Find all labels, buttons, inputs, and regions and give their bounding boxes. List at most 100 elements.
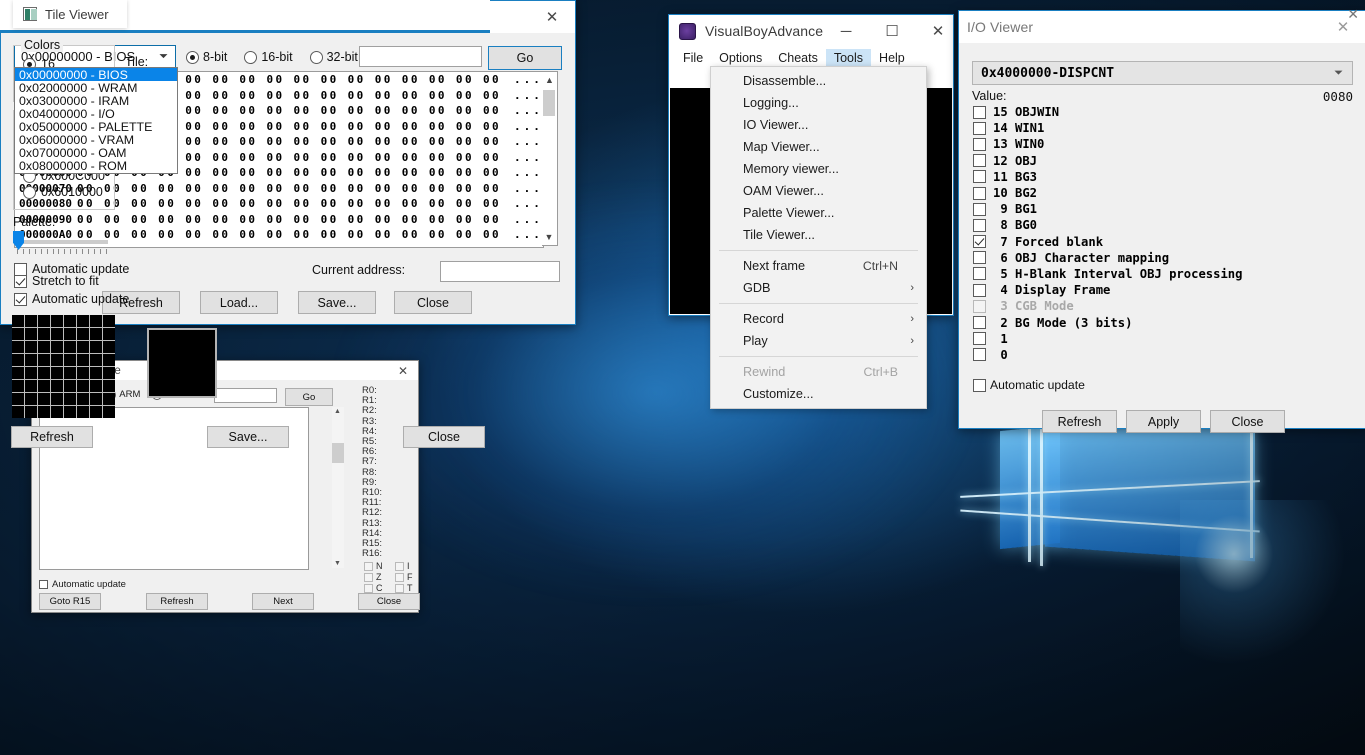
io-bit-checkbox[interactable]: [973, 187, 986, 200]
scrollbar-thumb[interactable]: [332, 443, 344, 463]
tile-cell[interactable]: [51, 380, 63, 392]
tile-cell[interactable]: [103, 393, 115, 405]
radio-8bit[interactable]: 8-bit: [186, 50, 227, 64]
tile-cell[interactable]: [77, 367, 89, 379]
menu-cheats[interactable]: Cheats: [770, 49, 826, 67]
tile-cell[interactable]: [12, 328, 24, 340]
disassemble-auto-update-checkbox[interactable]: Automatic update: [39, 579, 126, 590]
memory-go-button[interactable]: Go: [488, 46, 562, 70]
menu-item-map-viewer[interactable]: Map Viewer...: [711, 136, 926, 158]
io-bit-checkbox[interactable]: [973, 170, 986, 183]
flag-checkbox[interactable]: [395, 562, 404, 571]
tile-grid-preview[interactable]: [12, 315, 115, 418]
dropdown-option[interactable]: 0x05000000 - PALETTE: [15, 120, 177, 133]
flag-checkbox[interactable]: [364, 562, 373, 571]
dropdown-option[interactable]: 0x08000000 - ROM: [15, 160, 177, 173]
io-bit-checkbox[interactable]: [973, 122, 986, 135]
tile-cell[interactable]: [64, 315, 76, 327]
tile-cell[interactable]: [12, 367, 24, 379]
menu-item-memory-viewer[interactable]: Memory viewer...: [711, 158, 926, 180]
tile-cell[interactable]: [12, 393, 24, 405]
palette-slider-track[interactable]: [16, 240, 108, 244]
menu-item-oam-viewer[interactable]: OAM Viewer...: [711, 180, 926, 202]
menu-item-io-viewer[interactable]: IO Viewer...: [711, 114, 926, 136]
tile-cell[interactable]: [90, 367, 102, 379]
disassemble-go-button[interactable]: Go: [285, 388, 333, 406]
flag-c[interactable]: C: [364, 583, 383, 593]
disassemble-refresh-button[interactable]: Refresh: [146, 593, 208, 610]
tools-dropdown-menu[interactable]: Disassemble...Logging...IO Viewer...Map …: [710, 66, 927, 409]
io-viewer-titlebar[interactable]: I/O Viewer ✕: [959, 11, 1365, 43]
menu-item-next-frame[interactable]: Next frameCtrl+N: [711, 255, 926, 277]
disassemble-scrollbar[interactable]: ▲ ▼: [332, 407, 344, 568]
tile-cell[interactable]: [12, 341, 24, 353]
tile-cell[interactable]: [90, 341, 102, 353]
io-bit-row[interactable]: 9 BG1: [959, 201, 1365, 217]
io-bit-row[interactable]: 0: [959, 347, 1365, 363]
radio-16bit[interactable]: 16-bit: [244, 50, 292, 64]
tile-cell[interactable]: [77, 328, 89, 340]
disassemble-next-button[interactable]: Next: [252, 593, 314, 610]
menu-item-record[interactable]: Record›: [711, 308, 926, 330]
dropdown-option[interactable]: 0x02000000 - WRAM: [15, 81, 177, 94]
io-bit-checkbox[interactable]: [973, 154, 986, 167]
vba-titlebar[interactable]: VisualBoyAdvance ─ ☐ ✕: [669, 15, 953, 47]
io-bit-row[interactable]: 12 OBJ: [959, 153, 1365, 169]
tile-cell[interactable]: [77, 406, 89, 418]
io-auto-update-checkbox[interactable]: Automatic update: [973, 378, 1085, 392]
io-bit-row[interactable]: 4 Display Frame: [959, 282, 1365, 298]
tile-cell[interactable]: [12, 354, 24, 366]
disassemble-close-button[interactable]: ✕: [388, 361, 418, 380]
tile-cell[interactable]: [38, 315, 50, 327]
tile-cell[interactable]: [38, 341, 50, 353]
tile-cell[interactable]: [51, 341, 63, 353]
tile-cell[interactable]: [90, 406, 102, 418]
tile-cell[interactable]: [25, 328, 37, 340]
io-bit-row[interactable]: 7 Forced blank: [959, 234, 1365, 250]
io-bit-checkbox[interactable]: [973, 284, 986, 297]
tile-cell[interactable]: [103, 328, 115, 340]
tile-viewer-close-button[interactable]: ✕: [1347, 6, 1359, 23]
tile-cell[interactable]: [25, 406, 37, 418]
tile-cell[interactable]: [38, 380, 50, 392]
menu-item-play[interactable]: Play›: [711, 330, 926, 352]
menu-help[interactable]: Help: [871, 49, 913, 67]
memory-hex-scrollbar[interactable]: ▲ ▼: [542, 71, 558, 246]
flag-t[interactable]: T: [395, 583, 413, 593]
radio-charbase-4[interactable]: 0x6010000: [23, 184, 105, 200]
memory-load-button[interactable]: Load...: [200, 291, 278, 314]
memory-region-dropdown-list[interactable]: 0x00000000 - BIOS0x02000000 - WRAM0x0300…: [14, 67, 178, 174]
flag-n[interactable]: N: [364, 561, 383, 571]
menu-file[interactable]: File: [675, 49, 711, 67]
scrollbar-thumb[interactable]: [543, 90, 555, 116]
tile-cell[interactable]: [90, 380, 102, 392]
hex-row[interactable]: 0000009000 00 00 00 00 00 00 00 00 00 00…: [15, 212, 543, 228]
io-bit-checkbox[interactable]: [973, 138, 986, 151]
tile-cell[interactable]: [25, 393, 37, 405]
tile-cell[interactable]: [103, 380, 115, 392]
disassemble-close-button-bottom[interactable]: Close: [358, 593, 420, 610]
vba-minimize-button[interactable]: ─: [823, 15, 869, 47]
io-bit-row[interactable]: 11 BG3: [959, 169, 1365, 185]
tile-cell[interactable]: [64, 341, 76, 353]
tile-cell[interactable]: [64, 367, 76, 379]
tile-cell[interactable]: [12, 380, 24, 392]
menu-item-palette-viewer[interactable]: Palette Viewer...: [711, 202, 926, 224]
tile-cell[interactable]: [12, 406, 24, 418]
disassemble-goto-r15-button[interactable]: Goto R15: [39, 593, 101, 610]
memory-size-radio-group[interactable]: 8-bit 16-bit 32-bit: [186, 50, 358, 64]
tile-cell[interactable]: [38, 354, 50, 366]
menu-item-tile-viewer[interactable]: Tile Viewer...: [711, 224, 926, 246]
tile-cell[interactable]: [77, 393, 89, 405]
tile-cell[interactable]: [51, 328, 63, 340]
tile-cell[interactable]: [25, 315, 37, 327]
tile-cell[interactable]: [12, 315, 24, 327]
vba-close-button[interactable]: ✕: [915, 15, 961, 47]
vba-menubar[interactable]: File Options Cheats Tools Help: [669, 47, 953, 68]
io-bit-checkbox[interactable]: [973, 235, 986, 248]
io-bit-list[interactable]: 15 OBJWIN14 WIN113 WIN012 OBJ11 BG310 BG…: [959, 104, 1365, 363]
tile-cell[interactable]: [64, 354, 76, 366]
io-bit-row[interactable]: 1: [959, 331, 1365, 347]
flag-checkbox[interactable]: [364, 573, 373, 582]
menu-item-customize[interactable]: Customize...: [711, 383, 926, 405]
